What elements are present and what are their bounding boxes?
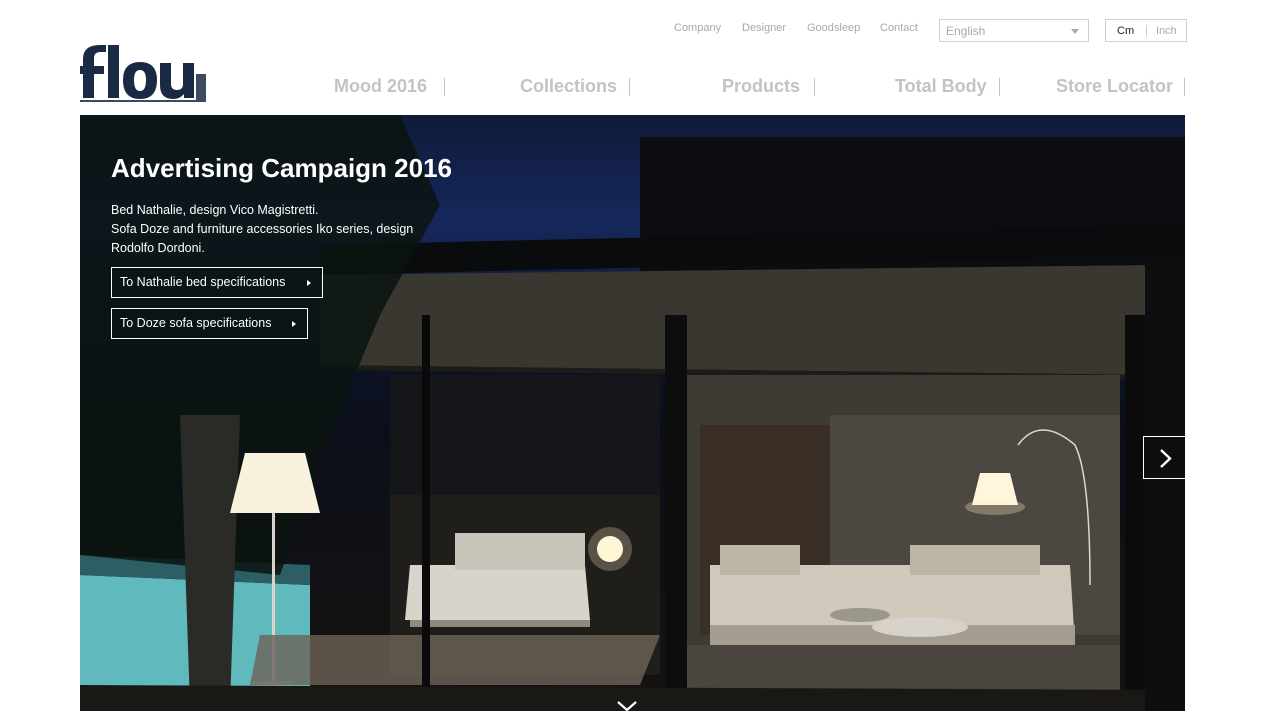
chevron-right-icon xyxy=(1160,449,1172,468)
nav-divider xyxy=(629,78,630,96)
hero-description: Bed Nathalie, design Vico Magistretti. S… xyxy=(111,201,431,258)
utility-link-company[interactable]: Company xyxy=(674,22,721,34)
nathalie-specs-button-label: To Nathalie bed specifications xyxy=(120,275,286,289)
unit-cm-option[interactable]: Cm xyxy=(1117,25,1134,37)
nav-divider xyxy=(444,78,445,96)
flou-logo-mark xyxy=(80,45,206,102)
nav-divider xyxy=(999,78,1000,96)
nav-divider xyxy=(814,78,815,96)
doze-specs-button-label: To Doze sofa specifications xyxy=(120,316,272,330)
doze-specs-button[interactable]: To Doze sofa specifications xyxy=(111,308,308,339)
chevron-down-icon xyxy=(617,701,637,711)
slider-next-button[interactable] xyxy=(1143,436,1185,479)
scroll-down-button[interactable] xyxy=(616,699,638,711)
hero-description-line: Bed Nathalie, design Vico Magistretti. xyxy=(111,203,319,217)
nathalie-specs-button[interactable]: To Nathalie bed specifications xyxy=(111,267,323,298)
unit-toggle: Cm Inch xyxy=(1105,19,1187,42)
flou-logo[interactable] xyxy=(80,44,208,102)
nav-divider xyxy=(1184,78,1185,96)
unit-divider xyxy=(1146,25,1147,37)
nav-item-collections[interactable]: Collections xyxy=(520,76,617,97)
hero-slider: Advertising Campaign 2016 Bed Nathalie, … xyxy=(80,115,1185,711)
utility-link-contact[interactable]: Contact xyxy=(880,22,918,34)
utility-link-designer[interactable]: Designer xyxy=(742,22,786,34)
hero-description-line: Sofa Doze and furniture accessories Iko … xyxy=(111,222,414,236)
nav-item-total-body[interactable]: Total Body xyxy=(895,76,987,97)
nav-item-mood-2016[interactable]: Mood 2016 xyxy=(334,76,427,97)
caret-right-icon xyxy=(307,280,311,286)
hero-title: Advertising Campaign 2016 xyxy=(111,153,452,183)
caret-right-icon xyxy=(292,321,296,327)
chevron-down-icon xyxy=(1071,29,1079,34)
hero-description-line: Rodolfo Dordoni. xyxy=(111,241,205,255)
language-select[interactable]: English xyxy=(939,19,1089,42)
main-nav: Mood 2016 Collections Products Total Bod… xyxy=(300,76,1200,100)
unit-inch-option[interactable]: Inch xyxy=(1156,25,1177,37)
language-select-value: English xyxy=(946,24,986,38)
nav-item-products[interactable]: Products xyxy=(722,76,800,97)
nav-item-store-locator[interactable]: Store Locator xyxy=(1056,76,1173,97)
utility-link-goodsleep[interactable]: Goodsleep xyxy=(807,22,860,34)
